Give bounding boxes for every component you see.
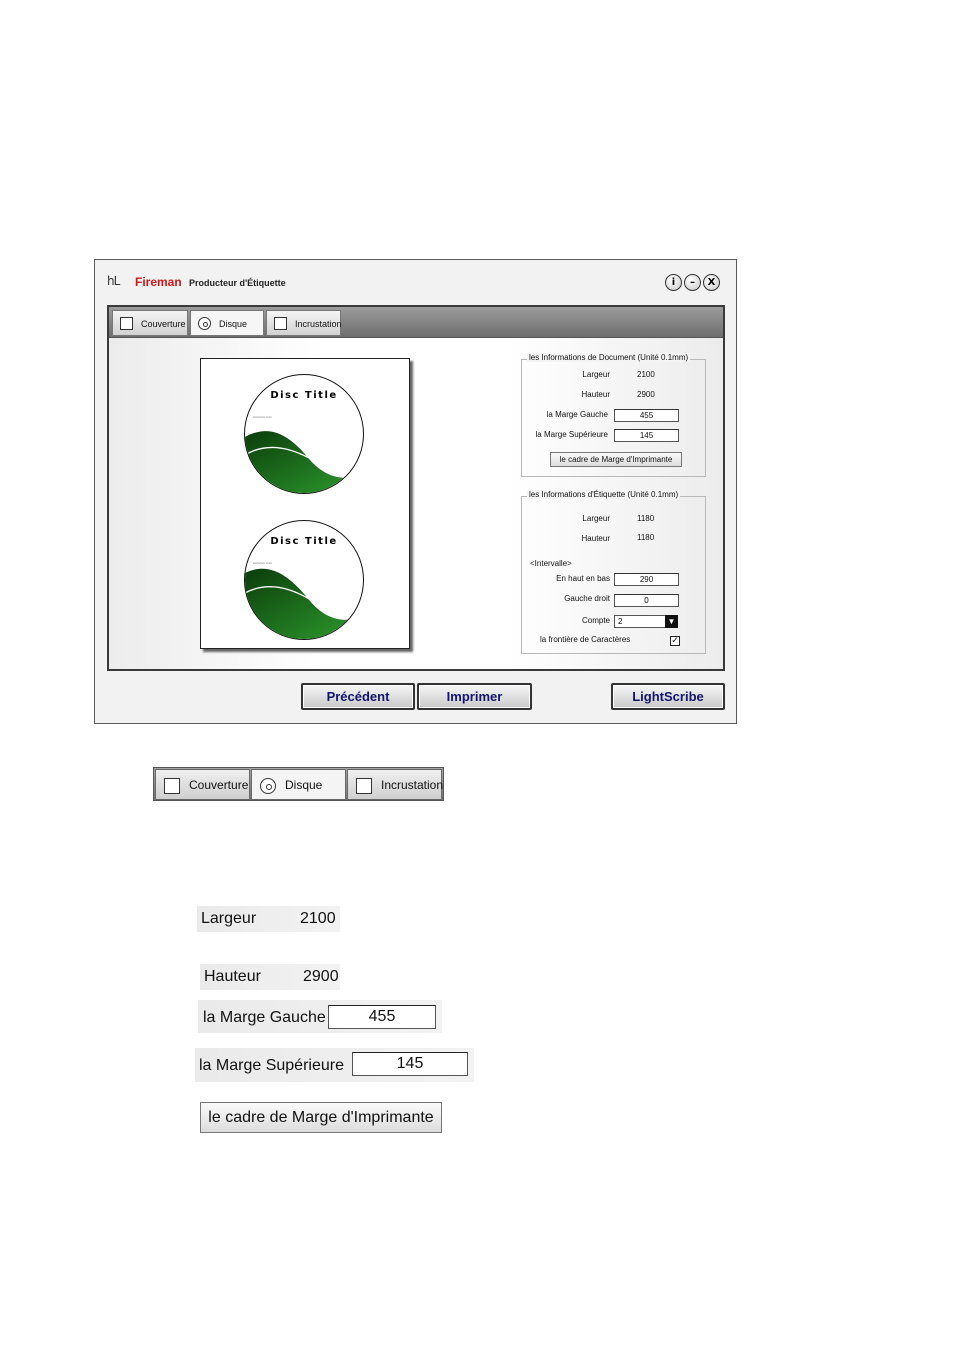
tab-label: Couverture [189, 778, 249, 792]
app-window: hL Fireman Producteur d'Étiquette i – X … [94, 259, 737, 724]
label-info-group: les Informations d'Étiquette (Unité 0.1m… [521, 490, 706, 654]
width-label: Largeur [582, 370, 610, 379]
disc-label-preview[interactable]: Disc Title xxxxxxxx xxxx [244, 374, 364, 494]
minimize-icon[interactable]: – [684, 274, 701, 291]
top-margin-input[interactable]: 145 [614, 429, 679, 442]
tab-label: Disque [285, 778, 323, 792]
printer-margin-button[interactable]: le cadre de Marge d'Imprimante [200, 1102, 442, 1133]
width-label: Largeur [201, 910, 257, 927]
zoomed-left-margin-row: la Marge Gauche 455 [198, 1000, 442, 1033]
tab-strip: Couverture Disque Incrustation [109, 307, 723, 338]
width-label: Largeur [582, 514, 610, 523]
checkbox-icon [164, 778, 180, 794]
zoomed-tab-strip: Couverture Disque Incrustation [153, 767, 444, 801]
app-subtitle: Producteur d'Étiquette [189, 278, 286, 288]
width-value: 2100 [300, 910, 336, 927]
tab-label: Incrustation [295, 319, 342, 329]
left-margin-label: la Marge Gauche [203, 1009, 326, 1026]
top-margin-label: la Marge Supérieure [199, 1057, 344, 1074]
border-label: la frontière de Caractères [540, 635, 631, 644]
info-icon[interactable]: i [665, 274, 682, 291]
width-value: 2100 [637, 370, 655, 379]
tab-disque[interactable]: Disque [190, 310, 264, 336]
previous-button[interactable]: Précédent [301, 683, 415, 710]
tab-couverture[interactable]: Couverture [112, 310, 188, 336]
page-preview: Disc Title xxxxxxxx xxxx Disc Title xxxx… [200, 358, 410, 649]
zoomed-top-margin-row: la Marge Supérieure 145 [195, 1048, 474, 1082]
chevron-down-icon[interactable]: ▼ [665, 615, 678, 628]
count-value: 2 [618, 617, 623, 626]
height-value: 2900 [303, 968, 339, 985]
group-legend: les Informations de Document (Unité 0.1m… [527, 353, 691, 362]
left-margin-label: la Marge Gauche [546, 410, 608, 419]
height-label: Hauteur [581, 390, 610, 399]
count-label: Compte [581, 616, 610, 625]
close-icon[interactable]: X [703, 274, 720, 291]
disc-subtitle: xxxxxxxx xxxx [253, 415, 272, 419]
checkbox-icon [120, 317, 133, 330]
disc-icon [260, 778, 276, 794]
printer-margin-button[interactable]: le cadre de Marge d'Imprimante [550, 452, 682, 467]
group-legend: les Informations d'Étiquette (Unité 0.1m… [527, 490, 681, 499]
disc-label-preview[interactable]: Disc Title xxxxxxxx xxxx [244, 520, 364, 640]
left-margin-input[interactable]: 455 [328, 1005, 436, 1029]
disc-subtitle: xxxxxxxx xxxx [253, 561, 272, 565]
disc-title: Disc Title [270, 536, 338, 547]
left-right-input[interactable]: 0 [614, 594, 679, 607]
height-label: Hauteur [581, 534, 610, 543]
count-select[interactable]: 2 ▼ [614, 615, 678, 628]
top-margin-input[interactable]: 145 [352, 1052, 468, 1076]
width-value: 1180 [637, 514, 655, 523]
tab-couverture[interactable]: Couverture [155, 769, 250, 800]
fireman-logo-icon: hL [107, 274, 120, 288]
interval-label: <Intervalle> [530, 559, 572, 568]
top-bottom-label: En haut en bas [556, 574, 610, 583]
print-button[interactable]: Imprimer [417, 683, 532, 710]
tab-label: Incrustation [381, 778, 444, 792]
main-panel: Couverture Disque Incrustation Disc Titl… [107, 305, 725, 671]
zoomed-height-row: Hauteur 2900 [200, 964, 340, 990]
document-info-group: les Informations de Document (Unité 0.1m… [521, 353, 706, 477]
tab-label: Disque [219, 319, 248, 329]
tab-incrustation[interactable]: Incrustation [347, 769, 444, 800]
height-label: Hauteur [204, 968, 261, 985]
checkbox-icon [356, 778, 372, 794]
zoomed-width-row: Largeur 2100 [197, 906, 340, 932]
checkbox-icon [274, 317, 287, 330]
border-checkbox[interactable]: ✓ [670, 636, 680, 646]
tab-disque[interactable]: Disque [251, 769, 346, 800]
height-value: 1180 [637, 533, 655, 542]
height-value: 2900 [637, 390, 655, 399]
left-margin-input[interactable]: 455 [614, 409, 679, 422]
title-bar[interactable]: hL Fireman Producteur d'Étiquette i – X [95, 260, 736, 304]
disc-icon [198, 317, 211, 330]
tab-incrustation[interactable]: Incrustation [266, 310, 342, 336]
lightscribe-button[interactable]: LightScribe [611, 683, 725, 710]
disc-title: Disc Title [270, 390, 338, 401]
app-name: Fireman [135, 275, 182, 289]
tab-label: Couverture [141, 319, 186, 329]
top-margin-label: la Marge Supérieure [535, 430, 608, 439]
top-bottom-input[interactable]: 290 [614, 573, 679, 586]
tab-content: Disc Title xxxxxxxx xxxx Disc Title xxxx… [109, 338, 723, 669]
left-right-label: Gauche droit [564, 594, 610, 603]
